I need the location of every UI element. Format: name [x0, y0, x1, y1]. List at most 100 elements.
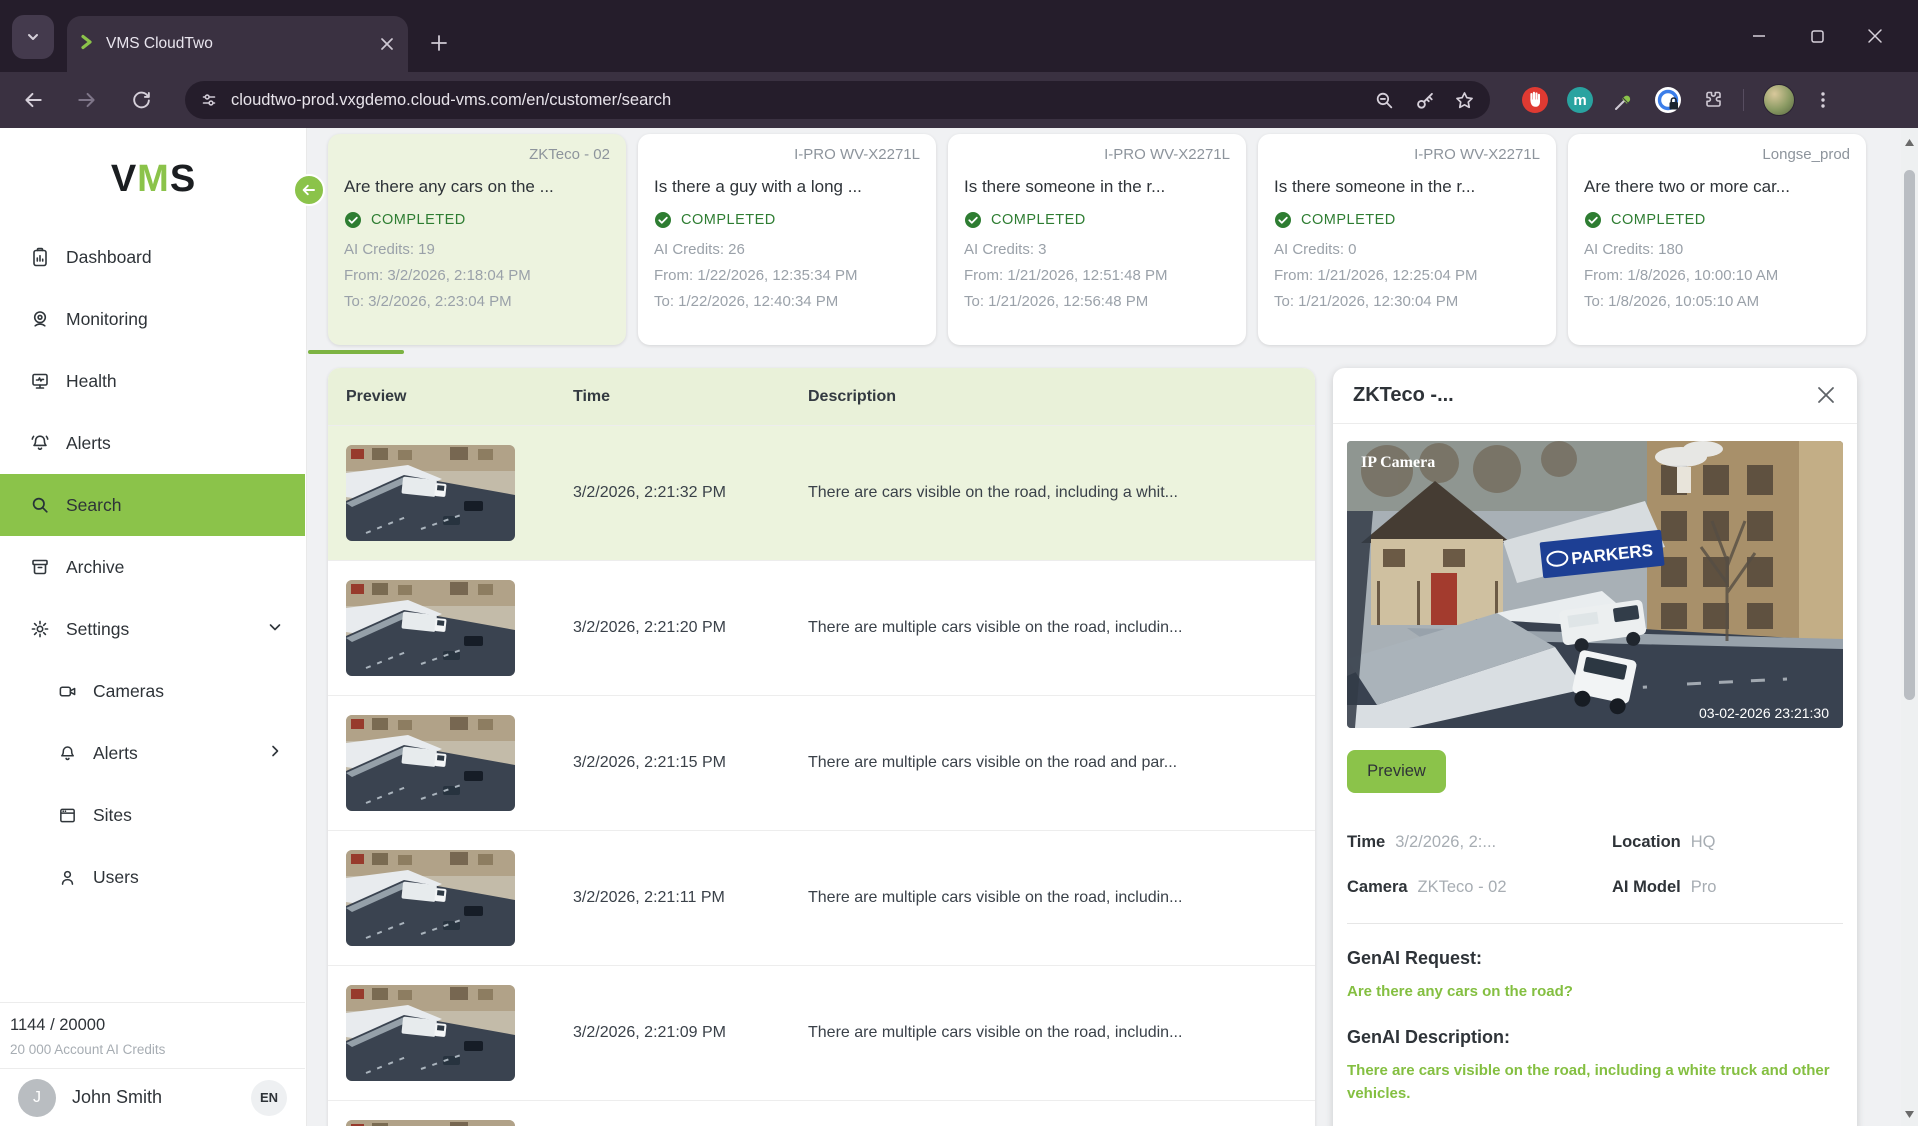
- sidebar-item-health[interactable]: Health: [0, 350, 305, 412]
- sidebar-item-dashboard[interactable]: Dashboard: [0, 226, 305, 288]
- sidebar-item-search[interactable]: Search: [0, 474, 305, 536]
- user-icon: [58, 868, 77, 887]
- search-task-card[interactable]: ZKTeco - 02 Are there any cars on the ..…: [328, 134, 626, 345]
- sidebar-item-label: Search: [66, 495, 121, 516]
- adblock-hand-icon[interactable]: [1522, 87, 1548, 113]
- window-close-button[interactable]: [1846, 16, 1904, 56]
- back-button[interactable]: [20, 87, 46, 113]
- chevron-down-icon: [25, 29, 41, 45]
- card-camera-name: Longse_prod: [1584, 146, 1850, 166]
- result-description: There are multiple cars visible on the r…: [808, 1024, 1315, 1042]
- sidebar-item-alerts-settings[interactable]: Alerts: [0, 722, 305, 784]
- result-row-partial[interactable]: [328, 1100, 1315, 1126]
- card-camera-name: I-PRO WV-X2271L: [964, 146, 1230, 166]
- event-thumbnail[interactable]: [346, 850, 515, 946]
- sidebar-item-monitoring[interactable]: Monitoring: [0, 288, 305, 350]
- user-menu[interactable]: J John Smith EN: [0, 1068, 305, 1126]
- sidebar-item-archive[interactable]: Archive: [0, 536, 305, 598]
- detail-panel: ZKTeco -...: [1333, 368, 1857, 1126]
- result-row[interactable]: 3/2/2026, 2:21:09 PM There are multiple …: [328, 965, 1315, 1100]
- result-description: There are multiple cars visible on the r…: [808, 619, 1315, 637]
- card-ai-credits: AI Credits: 0: [1274, 241, 1540, 258]
- extension-m-icon[interactable]: m: [1567, 87, 1593, 113]
- result-time: 3/2/2026, 2:21:20 PM: [573, 619, 808, 637]
- chevron-down-icon: [267, 619, 283, 639]
- card-status-badge: COMPLETED: [654, 211, 920, 229]
- event-thumbnail[interactable]: [346, 985, 515, 1081]
- window-maximize-button[interactable]: [1788, 16, 1846, 56]
- genai-description-text: There are cars visible on the road, incl…: [1347, 1059, 1843, 1105]
- preview-button[interactable]: Preview: [1347, 750, 1446, 793]
- bell-icon: [30, 433, 50, 453]
- browser-profile-avatar[interactable]: [1763, 84, 1795, 116]
- sidebar-item-settings[interactable]: Settings: [0, 598, 305, 660]
- result-row[interactable]: 3/2/2026, 2:21:11 PM There are multiple …: [328, 830, 1315, 965]
- search-task-card[interactable]: I-PRO WV-X2271L Is there a guy with a lo…: [638, 134, 936, 345]
- browser-tab[interactable]: VMS CloudTwo: [67, 16, 408, 72]
- sidebar-nav: Dashboard Monitoring Health: [0, 226, 305, 908]
- reload-button[interactable]: [128, 87, 154, 113]
- url-bar[interactable]: cloudtwo-prod.vxgdemo.cloud-vms.com/en/c…: [185, 81, 1490, 119]
- forward-button[interactable]: [74, 87, 100, 113]
- search-task-card[interactable]: I-PRO WV-X2271L Is there someone in the …: [948, 134, 1246, 345]
- card-camera-name: ZKTeco - 02: [344, 146, 610, 166]
- event-thumbnail[interactable]: [346, 580, 515, 676]
- scrollbar-up-arrow[interactable]: [1901, 134, 1918, 150]
- card-camera-name: I-PRO WV-X2271L: [1274, 146, 1540, 166]
- event-thumbnail[interactable]: [346, 715, 515, 811]
- site-info-icon[interactable]: [199, 90, 219, 110]
- card-camera-name: I-PRO WV-X2271L: [654, 146, 920, 166]
- detail-field-label: Camera: [1347, 878, 1408, 896]
- cards-horizontal-scrollbar[interactable]: [308, 350, 404, 354]
- archive-box-icon: [30, 557, 50, 577]
- extensions-puzzle-icon[interactable]: [1700, 88, 1724, 112]
- result-row[interactable]: 3/2/2026, 2:21:32 PM There are cars visi…: [328, 425, 1315, 560]
- color-picker-icon[interactable]: [1612, 88, 1636, 112]
- detail-field: Time3/2/2026, 2:...: [1347, 833, 1612, 852]
- sidebar-item-sites[interactable]: Sites: [0, 784, 305, 846]
- sidebar-item-alerts[interactable]: Alerts: [0, 412, 305, 474]
- language-selector[interactable]: EN: [251, 1080, 287, 1116]
- bell-icon: [58, 744, 77, 763]
- user-avatar: J: [18, 1079, 56, 1117]
- browser-menu-kebab-icon[interactable]: [1814, 89, 1832, 111]
- password-manager-lock-icon[interactable]: [1655, 87, 1681, 113]
- result-time: 3/2/2026, 2:21:09 PM: [573, 1024, 808, 1042]
- window-minimize-button[interactable]: [1730, 16, 1788, 56]
- result-row[interactable]: 3/2/2026, 2:21:20 PM There are multiple …: [328, 560, 1315, 695]
- main-content: ZKTeco - 02 Are there any cars on the ..…: [307, 128, 1901, 1126]
- vms-logo: VMS: [0, 158, 307, 201]
- scrollbar-thumb[interactable]: [1904, 170, 1915, 700]
- password-key-icon[interactable]: [1414, 90, 1434, 110]
- detail-field: LocationHQ: [1612, 833, 1843, 852]
- search-task-card[interactable]: I-PRO WV-X2271L Is there someone in the …: [1258, 134, 1556, 345]
- sidebar-item-users[interactable]: Users: [0, 846, 305, 908]
- page-scrollbar[interactable]: [1901, 128, 1918, 1126]
- result-time: 3/2/2026, 2:21:32 PM: [573, 484, 808, 502]
- scrollbar-down-arrow[interactable]: [1901, 1106, 1918, 1122]
- sidebar-item-label: Archive: [66, 557, 124, 578]
- detail-body: PARKERS: [1333, 424, 1857, 1105]
- check-circle-icon: [1584, 211, 1602, 229]
- detail-field-value: Pro: [1691, 878, 1717, 896]
- sidebar-collapse-button[interactable]: [293, 174, 325, 206]
- search-task-card[interactable]: Longse_prod Are there two or more car...…: [1568, 134, 1866, 345]
- results-table: Preview Time Description: [328, 368, 1315, 1126]
- zoom-icon[interactable]: [1374, 90, 1394, 110]
- bookmark-star-icon[interactable]: [1454, 90, 1474, 110]
- result-row[interactable]: 3/2/2026, 2:21:15 PM There are multiple …: [328, 695, 1315, 830]
- event-thumbnail[interactable]: [346, 1120, 515, 1126]
- card-to: To: 1/22/2026, 12:40:34 PM: [654, 293, 920, 310]
- tab-close-icon[interactable]: [380, 37, 394, 51]
- new-tab-button[interactable]: [424, 28, 454, 58]
- tab-search-button[interactable]: [12, 15, 54, 59]
- card-from: From: 1/22/2026, 12:35:34 PM: [654, 267, 920, 284]
- search-tasks-row: ZKTeco - 02 Are there any cars on the ..…: [328, 134, 1866, 345]
- card-question: Is there someone in the r...: [964, 177, 1230, 197]
- detail-field-label: AI Model: [1612, 878, 1681, 896]
- sites-window-icon: [58, 806, 77, 825]
- event-thumbnail[interactable]: [346, 445, 515, 541]
- sidebar-item-cameras[interactable]: Cameras: [0, 660, 305, 722]
- close-icon[interactable]: [1817, 386, 1837, 406]
- card-ai-credits: AI Credits: 26: [654, 241, 920, 258]
